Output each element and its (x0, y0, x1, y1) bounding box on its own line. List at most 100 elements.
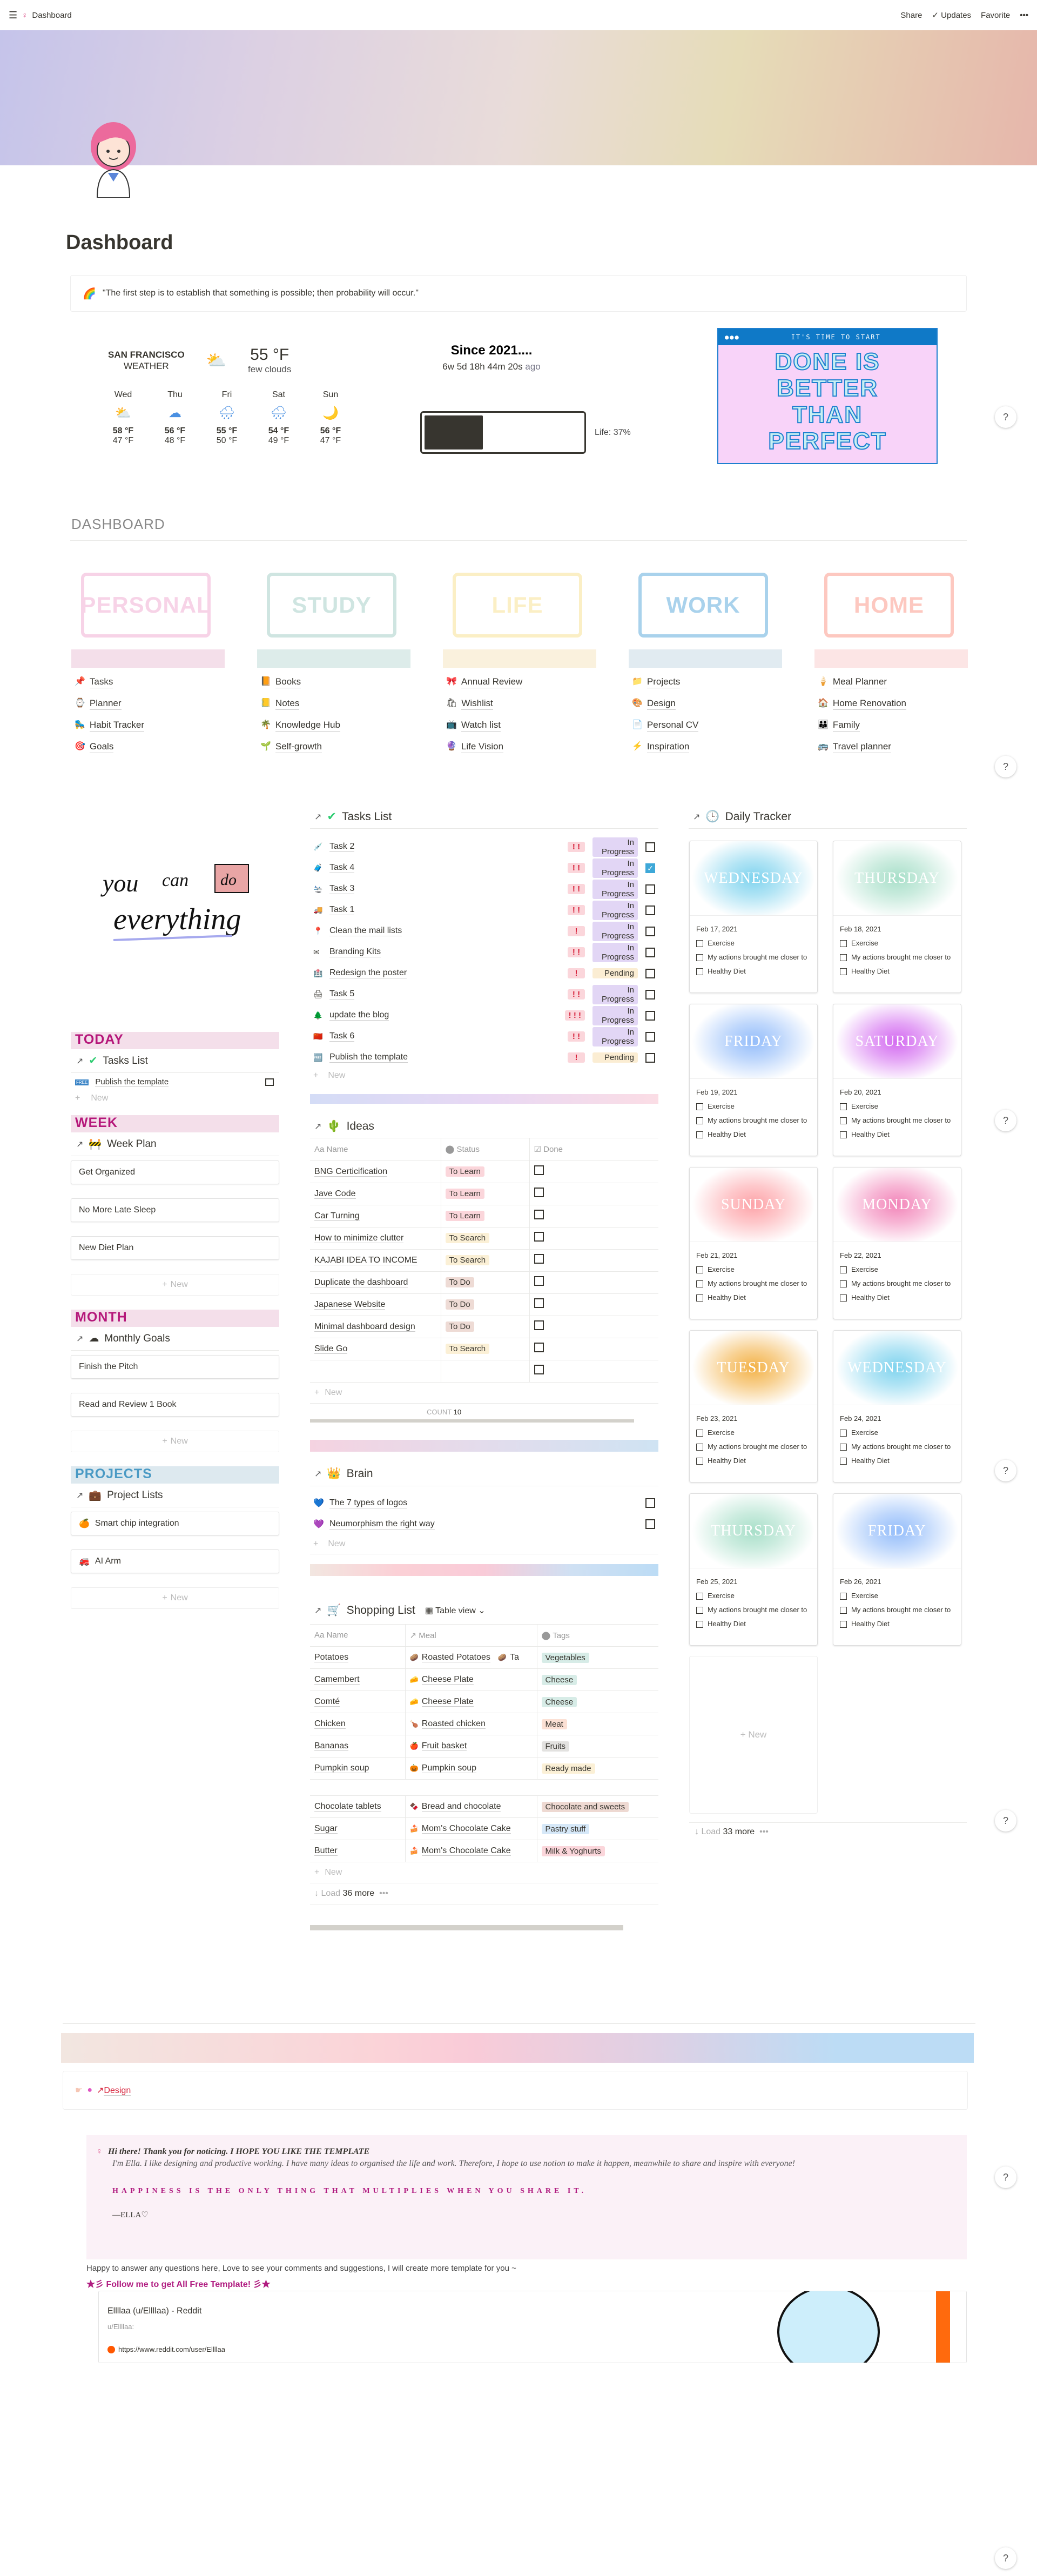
idea-row[interactable]: KAJABI IDEA TO INCOME To Search (310, 1249, 658, 1272)
category-link[interactable]: 🔮 Life Vision (446, 736, 522, 757)
habit-check[interactable]: My actions brought me closer to (840, 1113, 954, 1128)
habit-check[interactable]: Healthy Diet (696, 1128, 811, 1142)
task-checkbox[interactable] (645, 968, 655, 978)
brain-item[interactable]: 💙 The 7 types of logos (310, 1493, 658, 1514)
habit-checkbox[interactable] (696, 1280, 703, 1287)
habit-checkbox[interactable] (840, 1266, 847, 1273)
brain-link[interactable]: ↗ 👑 Brain (310, 1463, 658, 1486)
category-link[interactable]: ⌚ Planner (75, 693, 144, 714)
task-row[interactable]: 🏥 Redesign the poster! Pending (310, 963, 658, 984)
habit-checkbox[interactable] (696, 1457, 703, 1465)
column-meal[interactable]: ↗ Meal (405, 1624, 537, 1647)
horizontal-scrollbar[interactable] (310, 1925, 623, 1930)
habit-checkbox[interactable] (696, 1103, 703, 1110)
tasks-list-link[interactable]: ↗ ✔ Tasks List (310, 805, 658, 829)
category-link[interactable]: 🍦 Meal Planner (818, 671, 906, 693)
new-button[interactable]: + New (71, 1431, 279, 1452)
habit-checkbox[interactable] (840, 1117, 847, 1124)
task-checkbox[interactable] (645, 842, 655, 852)
column-status[interactable]: ⬤ Status (440, 1138, 529, 1161)
task-checkbox[interactable] (645, 1052, 655, 1063)
habit-check[interactable]: My actions brought me closer to (840, 950, 954, 964)
category-banner-life[interactable]: LIFE (453, 573, 582, 638)
week-item[interactable]: New Diet Plan (71, 1236, 279, 1260)
monthly-goals-link[interactable]: ↗ ☁ Monthly Goals (71, 1327, 279, 1351)
done-checkbox[interactable] (534, 1210, 544, 1219)
load-more-button[interactable]: ↓ Load 36 more ••• (310, 1883, 658, 1904)
category-link[interactable]: 📒 Notes (260, 693, 340, 714)
habit-check[interactable]: Healthy Diet (696, 1291, 811, 1305)
tracker-card[interactable]: WEDNESDAY Feb 17, 2021 Exercise My actions … (689, 841, 818, 993)
horizontal-scrollbar[interactable] (310, 1419, 634, 1423)
task-checkbox[interactable] (645, 926, 655, 936)
done-checkbox[interactable] (534, 1232, 544, 1242)
done-checkbox[interactable] (534, 1298, 544, 1308)
column-tags[interactable]: ⬤ Tags (536, 1624, 658, 1647)
habit-check[interactable]: My actions brought me closer to (696, 1277, 811, 1291)
habit-check[interactable]: My actions brought me closer to (840, 1277, 954, 1291)
week-item[interactable]: Get Organized (71, 1160, 279, 1184)
shopping-row[interactable]: Bananas 🍎 Fruit basket Fruits (310, 1735, 658, 1757)
habit-checkbox[interactable] (840, 1294, 847, 1302)
habit-checkbox[interactable] (696, 954, 703, 961)
shopping-row[interactable]: Camembert 🧀 Cheese Plate Cheese (310, 1668, 658, 1691)
habit-check[interactable]: Healthy Diet (840, 1128, 954, 1142)
habit-check[interactable]: Exercise (840, 1263, 954, 1277)
month-item[interactable]: Finish the Pitch (71, 1355, 279, 1379)
habit-check[interactable]: Healthy Diet (840, 1617, 954, 1631)
habit-check[interactable]: Healthy Diet (696, 1617, 811, 1631)
category-link[interactable]: 🎀 Annual Review (446, 671, 523, 693)
today-item[interactable]: FREE Publish the template (71, 1073, 279, 1091)
habit-checkbox[interactable] (840, 1429, 847, 1437)
done-checkbox[interactable] (534, 1188, 544, 1197)
habit-checkbox[interactable] (840, 1443, 847, 1451)
habit-checkbox[interactable] (696, 1131, 703, 1138)
category-link[interactable]: 📌 Tasks (75, 671, 144, 693)
category-link[interactable]: 🚌 Travel planner (818, 736, 906, 757)
habit-check[interactable]: My actions brought me closer to (696, 1113, 811, 1128)
shopping-row[interactable]: Chocolate tablets 🍫 Bread and chocolate Cho… (310, 1795, 658, 1818)
habit-check[interactable]: My actions brought me closer to (696, 1440, 811, 1454)
week-item[interactable]: No More Late Sleep (71, 1198, 279, 1222)
habit-checkbox[interactable] (696, 1117, 703, 1124)
shopping-row[interactable]: Pumpkin soup 🎃 Pumpkin soup Ready made (310, 1757, 658, 1780)
task-row[interactable]: 🧳 Task 4! ! In Progress ✓ (310, 857, 658, 878)
today-item-checkbox[interactable] (265, 1078, 274, 1086)
habit-check[interactable]: Healthy Diet (840, 1454, 954, 1468)
breadcrumb-title[interactable]: Dashboard (32, 11, 71, 20)
habit-checkbox[interactable] (840, 1592, 847, 1600)
category-link[interactable]: 📄 Personal CV (632, 714, 699, 736)
habit-checkbox[interactable] (696, 1606, 703, 1614)
more-icon[interactable]: ••• (1020, 11, 1028, 20)
month-item[interactable]: Read and Review 1 Book (71, 1393, 279, 1417)
idea-row[interactable]: BNG Certicification To Learn (310, 1160, 658, 1183)
habit-check[interactable]: My actions brought me closer to (696, 1603, 811, 1617)
new-button[interactable]: + New (310, 1383, 658, 1404)
habit-checkbox[interactable] (840, 1620, 847, 1628)
tracker-card[interactable]: SUNDAY Feb 21, 2021 Exercise My actions bro… (689, 1167, 818, 1319)
new-button[interactable]: + New (310, 1068, 658, 1083)
table-view-dropdown[interactable]: ▦ Table view ⌄ (425, 1605, 486, 1616)
habit-checkbox[interactable] (840, 1280, 847, 1287)
task-row[interactable]: 📍 Clean the mail lists! In Progress (310, 921, 658, 942)
category-link[interactable]: 🎯 Goals (75, 736, 144, 757)
ideas-link[interactable]: ↗ 🌵 Ideas (310, 1115, 658, 1138)
done-checkbox[interactable] (534, 1254, 544, 1264)
habit-checkbox[interactable] (696, 968, 703, 975)
task-row[interactable]: 💉 Task 2! ! In Progress (310, 836, 658, 857)
task-row[interactable]: 🌲 update the blog! ! ! In Progress (310, 1005, 658, 1026)
shopping-row[interactable]: Sugar 🍰 Mom's Chocolate Cake Pastry stuff (310, 1817, 658, 1840)
idea-row[interactable]: How to minimize clutter To Search (310, 1227, 658, 1250)
category-link[interactable]: 🌴 Knowledge Hub (260, 714, 340, 736)
help-button[interactable]: ? (995, 1110, 1016, 1131)
done-checkbox[interactable] (534, 1343, 544, 1352)
task-checkbox[interactable] (645, 905, 655, 915)
load-more-button[interactable]: ↓ Load 33 more ••• (695, 1827, 769, 1837)
habit-checkbox[interactable] (840, 1457, 847, 1465)
habit-check[interactable]: Exercise (840, 936, 954, 950)
habit-checkbox[interactable] (696, 1429, 703, 1437)
task-row[interactable]: 🖨 Task 5! ! In Progress (310, 984, 658, 1005)
new-button[interactable]: + New (310, 1862, 658, 1883)
idea-row[interactable] (310, 1360, 658, 1383)
updates-button[interactable]: ✓ Updates (932, 10, 971, 20)
